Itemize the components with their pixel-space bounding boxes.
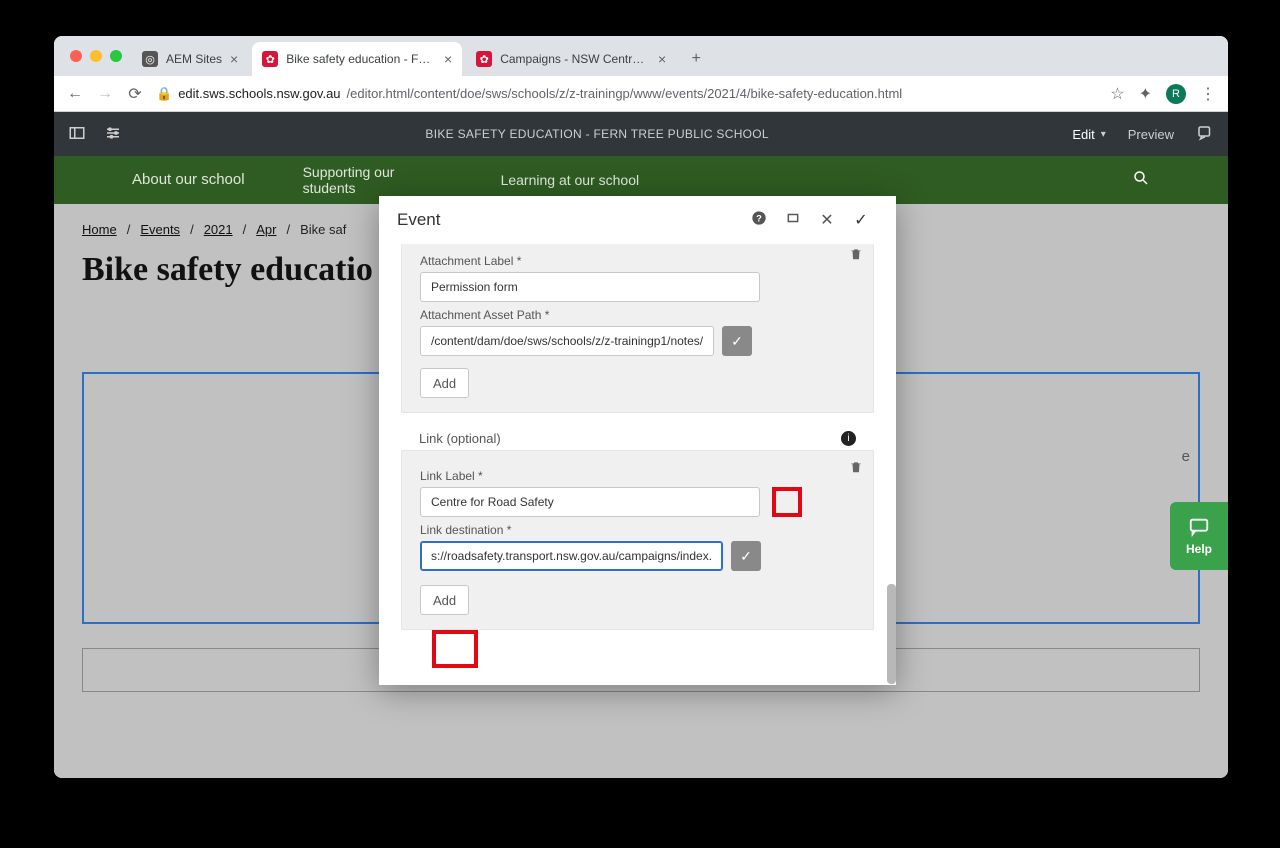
tab-title: AEM Sites bbox=[166, 52, 222, 66]
crumb-home[interactable]: Home bbox=[82, 222, 117, 237]
extensions-icon[interactable]: ✦ bbox=[1139, 84, 1152, 104]
mode-select[interactable]: Edit ▾ bbox=[1072, 127, 1105, 142]
link-group: Link Label * Link destination * ✓ Add bbox=[401, 450, 874, 630]
dialog-body: Attachment Label * Attachment Asset Path… bbox=[379, 244, 896, 685]
help-widget[interactable]: Help bbox=[1170, 502, 1228, 570]
path-picker-confirm[interactable]: ✓ bbox=[722, 326, 752, 356]
tab-title: Bike safety education - Fern Tr bbox=[286, 52, 436, 66]
trash-icon[interactable] bbox=[849, 246, 863, 266]
profile-avatar[interactable]: R bbox=[1166, 84, 1186, 104]
link-dest-input[interactable] bbox=[420, 541, 723, 571]
chat-icon bbox=[1186, 516, 1212, 538]
attachment-path-value[interactable] bbox=[431, 334, 703, 348]
favicon-icon: ✿ bbox=[262, 51, 278, 67]
side-panel-icon[interactable] bbox=[68, 124, 86, 145]
close-icon[interactable]: ✕ bbox=[810, 210, 844, 230]
tab-bike-safety[interactable]: ✿ Bike safety education - Fern Tr × bbox=[252, 42, 462, 76]
preview-button[interactable]: Preview bbox=[1128, 127, 1174, 142]
close-window-icon[interactable] bbox=[70, 50, 82, 62]
favicon-icon: ✿ bbox=[476, 51, 492, 67]
forward-button[interactable]: → bbox=[96, 85, 114, 103]
new-tab-button[interactable]: + bbox=[682, 45, 710, 73]
window-controls bbox=[62, 50, 128, 62]
link-dest-value[interactable] bbox=[431, 549, 712, 563]
link-dest-lbl: Link destination * bbox=[420, 523, 855, 537]
fullscreen-icon[interactable] bbox=[776, 211, 810, 230]
attachment-path-input[interactable] bbox=[420, 326, 714, 356]
annotation-add bbox=[432, 630, 478, 668]
link-label-lbl: Link Label * bbox=[420, 469, 855, 483]
tab-aem-sites[interactable]: ◎ AEM Sites × bbox=[132, 42, 248, 76]
nav-supporting[interactable]: Supporting our students bbox=[303, 164, 443, 196]
url-path: /editor.html/content/doe/sws/schools/z/z… bbox=[347, 86, 903, 101]
tab-strip: ◎ AEM Sites × ✿ Bike safety education - … bbox=[54, 36, 1228, 76]
link-label-value[interactable] bbox=[431, 495, 749, 509]
lock-icon: 🔒 bbox=[156, 86, 172, 102]
scrollbar-thumb[interactable] bbox=[887, 584, 896, 684]
annotate-icon[interactable] bbox=[1196, 124, 1214, 145]
page-header-title: BIKE SAFETY EDUCATION - FERN TREE PUBLIC… bbox=[140, 127, 1054, 141]
path-picker-confirm[interactable]: ✓ bbox=[731, 541, 761, 571]
done-icon[interactable]: ✓ bbox=[844, 210, 878, 230]
svg-text:?: ? bbox=[756, 213, 762, 223]
background-text: e bbox=[1182, 448, 1190, 465]
help-icon[interactable]: ? bbox=[742, 210, 776, 231]
search-icon[interactable] bbox=[1132, 169, 1150, 192]
attachment-path-lbl: Attachment Asset Path * bbox=[420, 308, 855, 322]
back-button[interactable]: ← bbox=[66, 85, 84, 103]
link-section-label: Link (optional) bbox=[419, 431, 501, 446]
address-bar: ← → ⟳ 🔒 edit.sws.schools.nsw.gov.au/edit… bbox=[54, 76, 1228, 112]
browser-window: ◎ AEM Sites × ✿ Bike safety education - … bbox=[54, 36, 1228, 778]
mode-label: Edit bbox=[1072, 127, 1094, 142]
addr-icons: ☆ ✦ R ⋮ bbox=[1110, 84, 1216, 104]
close-tab-icon[interactable]: × bbox=[230, 51, 238, 67]
event-dialog: Event ? ✕ ✓ Attachment Label * bbox=[379, 196, 896, 685]
annotation-trash bbox=[772, 487, 802, 517]
dialog-title: Event bbox=[397, 210, 440, 230]
attachment-group: Attachment Label * Attachment Asset Path… bbox=[401, 244, 874, 413]
tab-title: Campaigns - NSW Centre for R bbox=[500, 52, 650, 66]
dialog-header: Event ? ✕ ✓ bbox=[379, 196, 896, 244]
maximize-window-icon[interactable] bbox=[110, 50, 122, 62]
attachment-label-lbl: Attachment Label * bbox=[420, 254, 855, 268]
info-icon[interactable]: i bbox=[841, 431, 856, 446]
link-section-header: Link (optional) i bbox=[379, 423, 896, 446]
page-properties-icon[interactable] bbox=[104, 124, 122, 145]
nav-learning[interactable]: Learning at our school bbox=[501, 172, 640, 188]
chevron-down-icon: ▾ bbox=[1101, 129, 1106, 140]
crumb-events[interactable]: Events bbox=[140, 222, 180, 237]
aem-header: BIKE SAFETY EDUCATION - FERN TREE PUBLIC… bbox=[54, 112, 1228, 156]
page-content: BIKE SAFETY EDUCATION - FERN TREE PUBLIC… bbox=[54, 112, 1228, 778]
attachment-label-input[interactable] bbox=[420, 272, 760, 302]
add-link-button[interactable]: Add bbox=[420, 585, 469, 615]
nav-about[interactable]: About our school bbox=[132, 171, 245, 188]
minimize-window-icon[interactable] bbox=[90, 50, 102, 62]
attachment-label-value[interactable] bbox=[431, 280, 749, 294]
url-host: edit.sws.schools.nsw.gov.au bbox=[178, 86, 340, 101]
add-attachment-button[interactable]: Add bbox=[420, 368, 469, 398]
url-field[interactable]: 🔒 edit.sws.schools.nsw.gov.au/editor.htm… bbox=[156, 86, 1098, 102]
star-icon[interactable]: ☆ bbox=[1110, 84, 1124, 104]
trash-icon[interactable] bbox=[849, 459, 863, 479]
link-label-input[interactable] bbox=[420, 487, 760, 517]
close-tab-icon[interactable]: × bbox=[444, 51, 452, 67]
crumb-current: Bike saf bbox=[300, 222, 346, 237]
favicon-icon: ◎ bbox=[142, 51, 158, 67]
menu-icon[interactable]: ⋮ bbox=[1200, 84, 1216, 104]
crumb-month[interactable]: Apr bbox=[256, 222, 276, 237]
close-tab-icon[interactable]: × bbox=[658, 51, 666, 67]
reload-button[interactable]: ⟳ bbox=[126, 84, 144, 104]
tab-campaigns[interactable]: ✿ Campaigns - NSW Centre for R × bbox=[466, 42, 676, 76]
help-label: Help bbox=[1186, 542, 1212, 556]
crumb-year[interactable]: 2021 bbox=[204, 222, 233, 237]
